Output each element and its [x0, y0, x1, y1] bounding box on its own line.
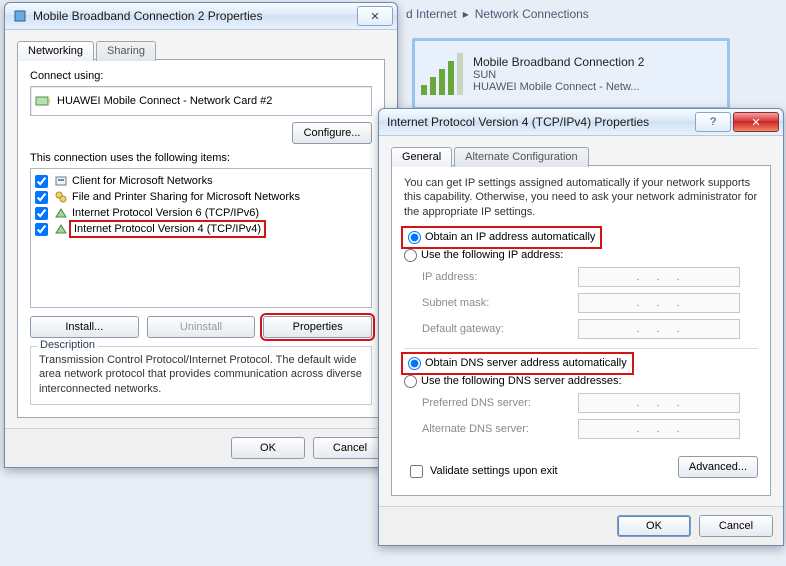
tab-sharing[interactable]: Sharing — [96, 41, 156, 61]
item-checkbox[interactable] — [35, 191, 48, 204]
share-icon — [54, 190, 68, 204]
radio-label: Use the following DNS server addresses: — [421, 375, 622, 387]
signal-icon — [421, 53, 463, 95]
item-label: Internet Protocol Version 6 (TCP/IPv6) — [72, 207, 259, 219]
gateway-label: Default gateway: — [422, 323, 572, 335]
item-checkbox[interactable] — [35, 207, 48, 220]
tab-networking[interactable]: Networking — [17, 41, 94, 61]
intro-text: You can get IP settings assigned automat… — [404, 176, 758, 219]
connection-operator: SUN — [473, 69, 644, 81]
window-title: Mobile Broadband Connection 2 Properties — [33, 9, 355, 23]
breadcrumb-part: d Internet — [406, 7, 457, 21]
client-icon — [54, 174, 68, 188]
ipv4-properties-window: Internet Protocol Version 4 (TCP/IPv4) P… — [378, 108, 784, 546]
description-text: Transmission Control Protocol/Internet P… — [39, 353, 363, 396]
item-label: Client for Microsoft Networks — [72, 175, 213, 187]
radio-input[interactable] — [408, 231, 421, 244]
radio-obtain-ip-auto[interactable]: Obtain an IP address automatically — [404, 229, 599, 246]
items-label: This connection uses the following items… — [30, 152, 372, 164]
connection-card[interactable]: Mobile Broadband Connection 2 SUN HUAWEI… — [412, 38, 730, 110]
adapter-icon — [35, 94, 51, 108]
radio-obtain-dns-auto[interactable]: Obtain DNS server address automatically — [404, 355, 631, 372]
tab-general[interactable]: General — [391, 147, 452, 167]
item-label: Internet Protocol Version 4 (TCP/IPv4) — [72, 223, 263, 235]
alt-dns-input: . . . — [578, 419, 740, 439]
protocol-icon — [54, 222, 68, 236]
configure-button[interactable]: Configure... — [292, 122, 372, 144]
connection-properties-window: Mobile Broadband Connection 2 Properties… — [4, 2, 398, 468]
ip-address-label: IP address: — [422, 271, 572, 283]
protocol-icon — [54, 206, 68, 220]
item-label: File and Printer Sharing for Microsoft N… — [72, 191, 300, 203]
pref-dns-input: . . . — [578, 393, 740, 413]
list-item[interactable]: Client for Microsoft Networks — [35, 173, 367, 189]
radio-label: Obtain DNS server address automatically — [425, 357, 627, 369]
pref-dns-label: Preferred DNS server: — [422, 397, 572, 409]
item-checkbox[interactable] — [35, 223, 48, 236]
connection-name: Mobile Broadband Connection 2 — [473, 55, 644, 69]
ip-address-input: . . . — [578, 267, 740, 287]
radio-label: Use the following IP address: — [421, 249, 563, 261]
ok-button[interactable]: OK — [231, 437, 305, 459]
ok-button[interactable]: OK — [617, 515, 691, 537]
validate-label: Validate settings upon exit — [430, 465, 558, 477]
radio-input[interactable] — [408, 357, 421, 370]
install-button[interactable]: Install... — [30, 316, 139, 338]
protocol-list[interactable]: Client for Microsoft Networks File and P… — [30, 168, 372, 308]
connection-device: HUAWEI Mobile Connect - Netw... — [473, 81, 644, 93]
radio-use-dns[interactable]: Use the following DNS server addresses: — [404, 373, 758, 390]
alt-dns-label: Alternate DNS server: — [422, 423, 572, 435]
breadcrumb-part: Network Connections — [475, 7, 589, 21]
properties-button[interactable]: Properties — [263, 316, 372, 338]
radio-input[interactable] — [404, 249, 417, 262]
radio-use-ip[interactable]: Use the following IP address: — [404, 247, 758, 264]
close-icon[interactable]: ✕ — [733, 112, 779, 132]
subnet-label: Subnet mask: — [422, 297, 572, 309]
breadcrumb: d Internet ▸ Network Connections — [398, 0, 786, 28]
validate-checkbox-row[interactable]: Validate settings upon exit — [406, 462, 558, 481]
description-label: Description — [37, 339, 98, 351]
gateway-input: . . . — [578, 319, 740, 339]
radio-label: Obtain an IP address automatically — [425, 231, 595, 243]
connect-using-label: Connect using: — [30, 70, 372, 82]
list-item[interactable]: File and Printer Sharing for Microsoft N… — [35, 189, 367, 205]
window-title: Internet Protocol Version 4 (TCP/IPv4) P… — [387, 115, 693, 129]
item-checkbox[interactable] — [35, 175, 48, 188]
validate-checkbox[interactable] — [410, 465, 423, 478]
subnet-input: . . . — [578, 293, 740, 313]
adapter-field: HUAWEI Mobile Connect - Network Card #2 — [30, 86, 372, 116]
breadcrumb-sep: ▸ — [463, 7, 469, 21]
list-item[interactable]: Internet Protocol Version 4 (TCP/IPv4) — [35, 221, 367, 237]
radio-input[interactable] — [404, 375, 417, 388]
close-icon[interactable]: ✕ — [357, 6, 393, 26]
cancel-button[interactable]: Cancel — [699, 515, 773, 537]
list-item[interactable]: Internet Protocol Version 6 (TCP/IPv6) — [35, 205, 367, 221]
help-icon[interactable]: ? — [695, 112, 731, 132]
uninstall-button[interactable]: Uninstall — [147, 316, 256, 338]
tab-alternate-config[interactable]: Alternate Configuration — [454, 147, 589, 167]
cancel-button[interactable]: Cancel — [313, 437, 387, 459]
advanced-button[interactable]: Advanced... — [678, 456, 758, 478]
window-icon — [13, 9, 27, 23]
adapter-name: HUAWEI Mobile Connect - Network Card #2 — [57, 95, 272, 107]
